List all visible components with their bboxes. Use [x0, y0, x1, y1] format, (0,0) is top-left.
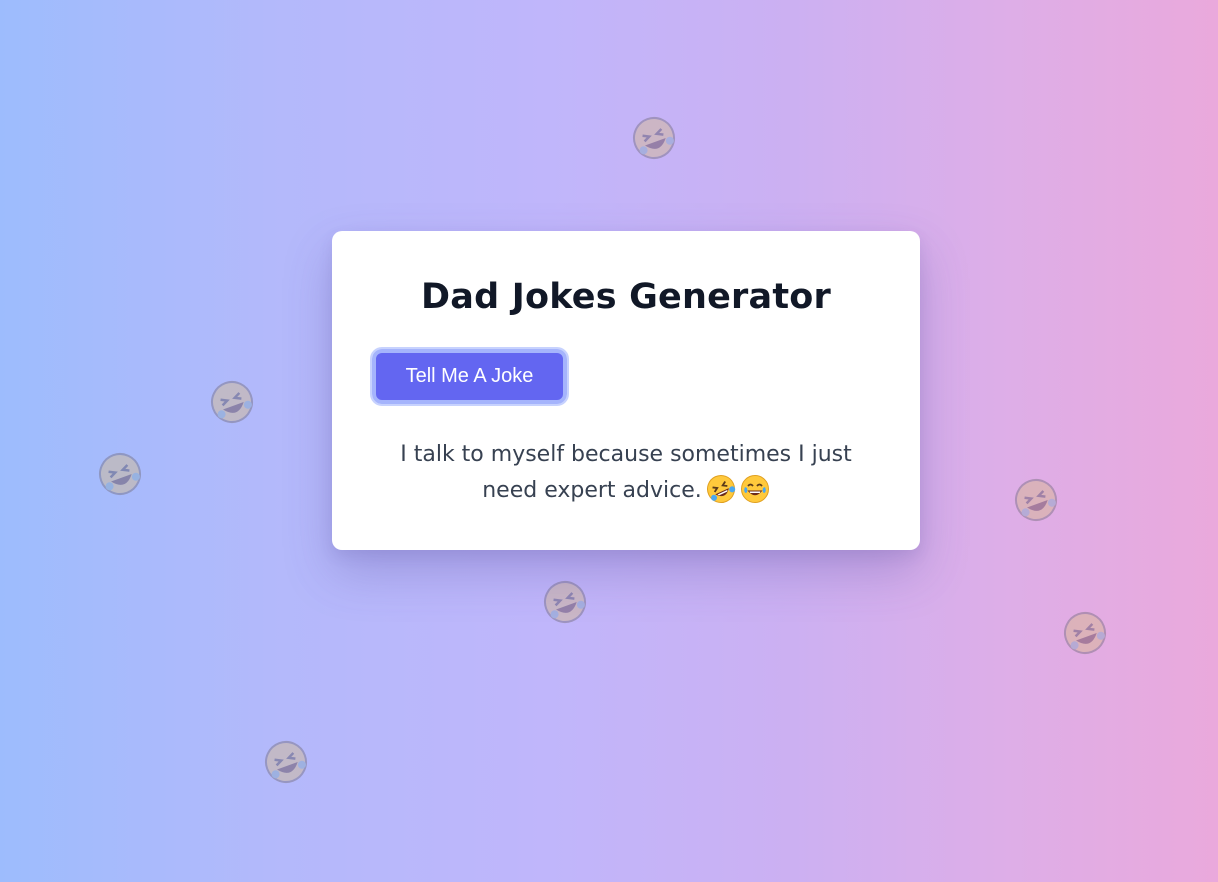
floating-laugh-emoji-icon: [98, 452, 142, 496]
joke-card: Dad Jokes Generator Tell Me A Joke I tal…: [332, 231, 920, 550]
tears-of-joy-icon: [740, 474, 770, 504]
page-title: Dad Jokes Generator: [421, 277, 831, 317]
rolling-on-floor-laughing-icon: [706, 474, 736, 504]
floating-laugh-emoji-icon: [210, 380, 254, 424]
floating-laugh-emoji-icon: [543, 580, 587, 624]
joke-text-container: I talk to myself because sometimes I jus…: [372, 437, 880, 509]
floating-laugh-emoji-icon: [1014, 478, 1058, 522]
tell-joke-button[interactable]: Tell Me A Joke: [370, 347, 569, 406]
joke-text: I talk to myself because sometimes I jus…: [400, 442, 852, 503]
floating-laugh-emoji-icon: [1063, 611, 1107, 655]
floating-laugh-emoji-icon: [264, 740, 308, 784]
floating-laugh-emoji-icon: [632, 116, 676, 160]
